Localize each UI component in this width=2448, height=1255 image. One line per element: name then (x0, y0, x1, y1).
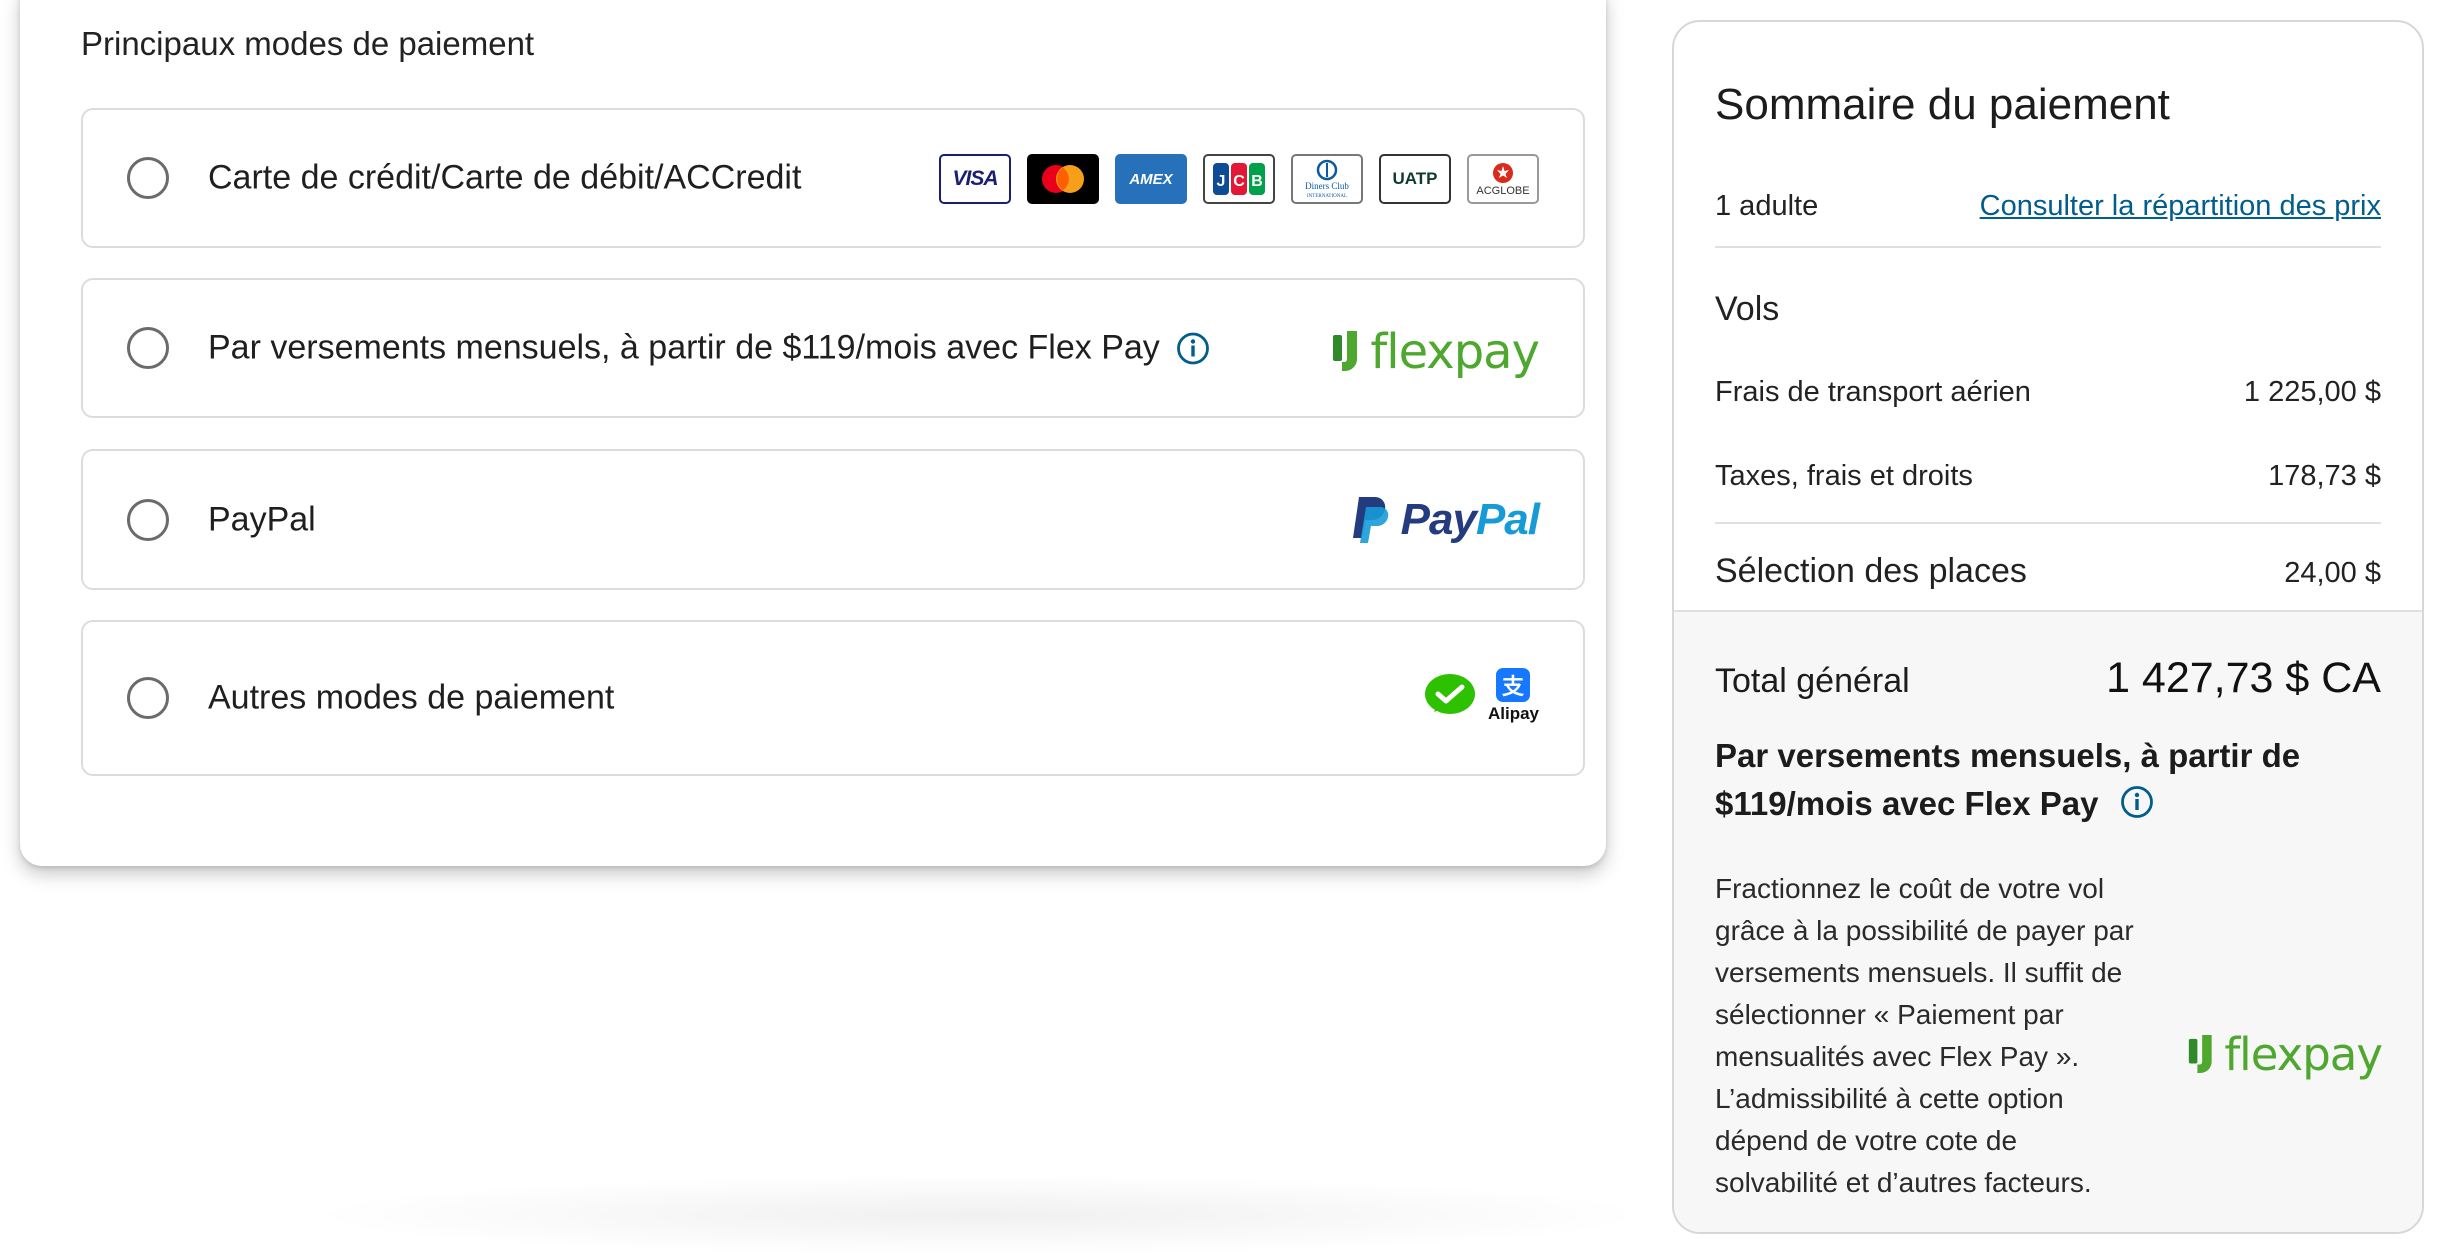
payment-option-flexpay-label-wrap: Par versements mensuels, à partir de $11… (208, 329, 1210, 368)
flexpay-logo: flexpay (2186, 1028, 2383, 1081)
flexpay-description: Fractionnez le coût de votre vol grâce à… (1715, 873, 2134, 1198)
amex-logo: AMEX (1115, 154, 1187, 204)
info-icon[interactable] (1176, 331, 1210, 365)
diners-club-logo: Diners Club INTERNATIONAL (1291, 154, 1363, 204)
info-icon[interactable] (2120, 785, 2154, 819)
payment-option-label: Autres modes de paiement (208, 678, 615, 717)
visa-logo: VISA (939, 154, 1011, 204)
taxes-value: 178,73 $ (2268, 460, 2381, 492)
payment-methods-card: Principaux modes de paiement Carte de cr… (20, 0, 1606, 866)
taxes-label: Taxes, frais et droits (1715, 460, 1973, 492)
paypal-logo: PayPal (1351, 495, 1540, 545)
seats-value: 24,00 $ (2284, 557, 2381, 589)
svg-text:B: B (1251, 173, 1263, 190)
radio-flexpay[interactable] (127, 327, 169, 369)
svg-text:支: 支 (1502, 675, 1525, 700)
total-value: 1 427,73 $ CA (2106, 654, 2381, 702)
svg-text:C: C (1233, 173, 1245, 190)
payment-option-label: Par versements mensuels, à partir de $11… (208, 328, 1160, 367)
fare-value: 1 225,00 $ (2243, 376, 2381, 408)
flexpay-heading: Par versements mensuels, à partir de $11… (1715, 732, 2335, 828)
seats-row: Sélection des places 24,00 $ (1715, 552, 2381, 591)
passenger-row: 1 adulte Consulter la répartition des pr… (1715, 190, 2381, 223)
flexpay-mark-icon (1333, 331, 1358, 371)
radio-other[interactable] (127, 677, 169, 719)
paypal-mark-icon (1352, 496, 1388, 543)
acglobe-logo: ACGLOBE (1467, 154, 1539, 204)
payment-methods-heading: Principaux modes de paiement (81, 25, 535, 62)
payment-option-card[interactable]: Carte de crédit/Carte de débit/ACCredit … (81, 108, 1585, 248)
flexpay-logo: flexpay (1330, 324, 1540, 380)
divider (1715, 522, 2381, 524)
total-label: Total général (1715, 662, 1910, 700)
mastercard-logo (1027, 154, 1099, 204)
fare-row: Frais de transport aérien 1 225,00 $ (1715, 376, 2381, 409)
payment-option-other[interactable]: Autres modes de paiement 支 Alipay (81, 620, 1585, 776)
passenger-count: 1 adulte (1715, 190, 1819, 222)
flexpay-heading-text: Par versements mensuels, à partir de $11… (1715, 737, 2301, 822)
bottom-shadow (300, 1175, 1660, 1255)
price-breakdown-link[interactable]: Consulter la répartition des prix (1980, 190, 2381, 223)
svg-text:J: J (1217, 173, 1226, 190)
card-logos: VISA AMEX J C B Diners Club INTERNATIONA… (939, 154, 1539, 204)
radio-paypal[interactable] (127, 498, 169, 541)
taxes-row: Taxes, frais et droits 178,73 $ (1715, 460, 2381, 493)
alipay-logo: 支 Alipay (1488, 668, 1539, 724)
payment-summary-panel: Sommaire du paiement 1 adulte Consulter … (1672, 20, 2424, 1234)
seats-label: Sélection des places (1715, 552, 2027, 590)
summary-total-section: Total général 1 427,73 $ CA Par versemen… (1674, 610, 2422, 1232)
payment-option-paypal[interactable]: PayPal PayPal (81, 449, 1585, 590)
svg-text:INTERNATIONAL: INTERNATIONAL (1307, 194, 1347, 199)
fare-label: Frais de transport aérien (1715, 376, 2031, 408)
flights-heading: Vols (1715, 290, 1780, 328)
payment-option-flexpay[interactable]: Par versements mensuels, à partir de $11… (81, 278, 1585, 418)
uatp-logo: UATP (1379, 154, 1451, 204)
summary-title: Sommaire du paiement (1715, 80, 2170, 129)
diners-text: Diners Club (1305, 181, 1349, 191)
payment-option-label: Carte de crédit/Carte de débit/ACCredit (208, 158, 802, 197)
wechat-pay-icon (1424, 674, 1475, 714)
total-row: Total général 1 427,73 $ CA (1715, 654, 2381, 703)
payment-option-label: PayPal (208, 500, 316, 538)
alipay-icon: 支 (1496, 668, 1531, 702)
divider (1715, 246, 2381, 248)
wallet-logos: 支 Alipay (1424, 668, 1539, 724)
radio-card[interactable] (127, 157, 169, 199)
flexpay-mark-icon (2189, 1034, 2212, 1073)
jcb-logo: J C B (1203, 154, 1275, 204)
